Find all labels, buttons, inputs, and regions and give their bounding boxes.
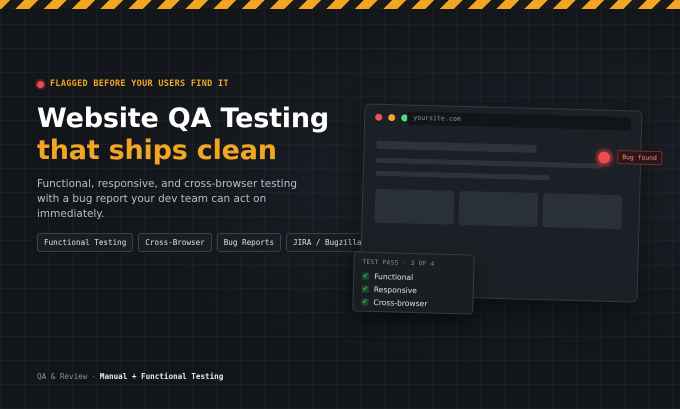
tag-functional-testing: Functional Testing (37, 233, 134, 252)
tag-jira-bugzilla: JIRA / Bugzilla (286, 233, 369, 252)
skeleton-line (375, 170, 550, 181)
page-title: Website QA Testing that ships clean (37, 103, 329, 167)
footer-separator: · (91, 372, 96, 381)
test-pass-title: TEST PASS · 3 OF 4 (362, 258, 435, 268)
test-pass-card: TEST PASS · 3 OF 4 ✓ Functional ✓ Respon… (352, 251, 475, 315)
skeleton-card (374, 188, 455, 225)
checkmark-icon: ✓ (361, 297, 369, 306)
skeleton-heading (376, 140, 537, 153)
title-line-1: Website QA Testing (37, 103, 329, 134)
subtitle: Functional, responsive, and cross-browse… (37, 178, 298, 220)
tag-cross-browser: Cross-Browser (138, 233, 212, 252)
minimize-dot-icon (388, 114, 396, 122)
checklist-item-label: Functional (374, 271, 414, 282)
footer-service: Manual + Functional Testing (99, 372, 224, 381)
tag-bug-reports: Bug Reports (216, 233, 282, 252)
eyebrow-text: FLAGGED BEFORE YOUR USERS FIND IT (50, 79, 229, 89)
tag-list: Functional Testing Cross-Browser Bug Rep… (37, 233, 369, 252)
skeleton-card (542, 193, 623, 230)
hazard-stripe-banner (0, 0, 680, 9)
address-bar: yoursite.com (407, 111, 632, 131)
checkmark-icon: ✓ (362, 271, 370, 280)
checklist-item: ✓ Cross-browser (361, 296, 464, 312)
title-line-2: that ships clean (37, 135, 277, 166)
close-dot-icon (375, 113, 383, 121)
record-dot-icon (37, 80, 44, 88)
bug-found-label: Bug found (617, 150, 663, 166)
checkmark-icon: ✓ (361, 284, 369, 293)
checklist-item-label: Responsive (373, 284, 417, 296)
footer-category: QA & Review (37, 372, 88, 381)
checklist-item-label: Cross-browser (373, 297, 428, 309)
footer-caption: QA & Review · Manual + Functional Testing (37, 372, 223, 381)
bug-marker-icon (598, 151, 611, 164)
window-controls (375, 113, 409, 122)
eyebrow: FLAGGED BEFORE YOUR USERS FIND IT (37, 79, 229, 89)
skeleton-line (376, 157, 603, 169)
skeleton-card (458, 190, 539, 227)
